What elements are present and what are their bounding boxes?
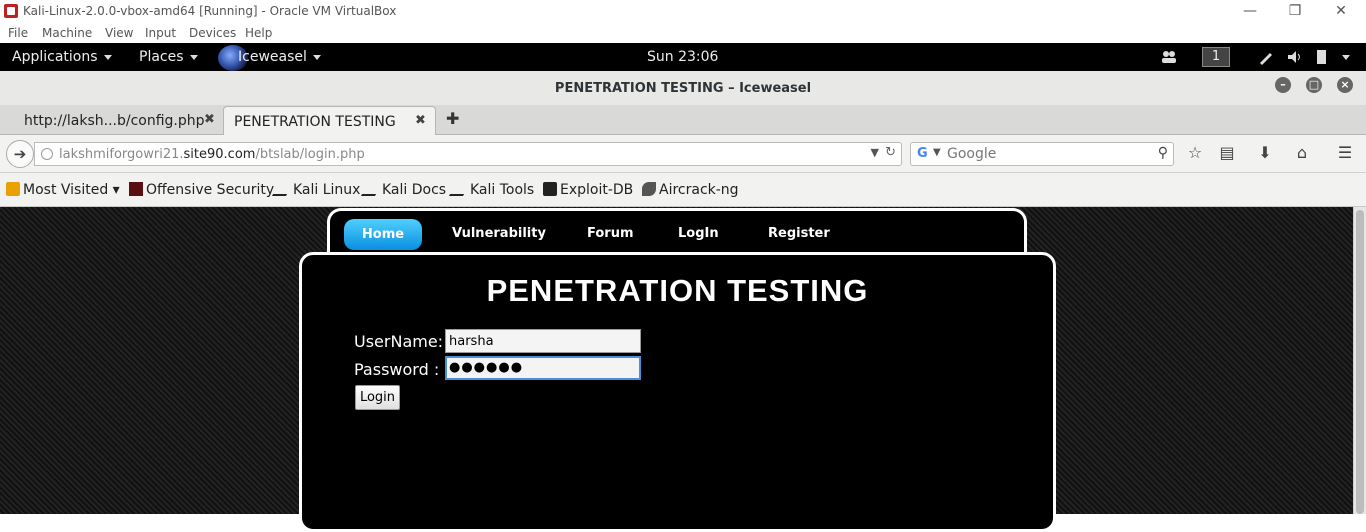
navigation-toolbar: ➔ lakshmiforgowri21.site90.com/btslab/lo… (0, 135, 1366, 173)
close-icon[interactable]: × (1337, 77, 1353, 93)
bookmark-label: Kali Docs (382, 182, 447, 198)
minimize-icon[interactable]: — (1238, 1, 1262, 21)
chevron-down-icon (189, 54, 198, 60)
bookmark-kali-linux[interactable]: Kali Linux (271, 182, 361, 198)
url-host: lakshmiforgowri21. (59, 147, 184, 162)
menu-devices[interactable]: Devices (189, 26, 236, 40)
restore-icon[interactable]: ❐ (1283, 1, 1307, 21)
kali-dragon-icon (448, 182, 472, 196)
new-tab-icon[interactable]: ✚ (446, 109, 459, 128)
url-text: lakshmiforgowri21.site90.com/btslab/logi… (59, 147, 365, 162)
vbox-window-title: Kali-Linux-2.0.0-vbox-amd64 [Running] - … (23, 4, 397, 18)
bookmark-aircrack-ng[interactable]: Aircrack-ng (642, 182, 739, 198)
tab-config[interactable]: http://laksh...b/config.php ✖ (14, 106, 224, 136)
menu-file[interactable]: File (8, 26, 28, 40)
places-label: Places (139, 49, 184, 65)
tab-label: http://laksh...b/config.php (24, 113, 205, 129)
menu-input[interactable]: Input (145, 26, 176, 40)
nav-home-button[interactable]: Home (344, 219, 422, 250)
bookmark-star-icon[interactable]: ☆ (1185, 143, 1205, 163)
bookmark-label: Most Visited (23, 182, 109, 198)
vbox-title-bar: Kali-Linux-2.0.0-vbox-amd64 [Running] - … (0, 0, 1366, 23)
url-domain: site90.com (183, 147, 256, 162)
search-bar[interactable]: G ▼ Google ⚲ (910, 142, 1174, 166)
app-menu-label: Iceweasel (238, 49, 307, 65)
clock[interactable]: Sun 23:06 (647, 49, 718, 65)
folder-icon (6, 182, 20, 196)
chevron-down-icon (312, 54, 321, 60)
menu-machine[interactable]: Machine (42, 26, 92, 40)
login-panel: PENETRATION TESTING UserName: Password :… (299, 252, 1056, 532)
close-icon[interactable]: ✕ (1329, 1, 1353, 21)
bookmark-offensive-security[interactable]: Offensive Security (129, 182, 274, 198)
applications-menu[interactable]: Applications (12, 49, 112, 65)
nav-register-link[interactable]: Register (768, 226, 830, 241)
exploit-db-icon (543, 182, 557, 196)
bookmarks-toolbar: Most Visited ▾ Offensive Security Kali L… (0, 173, 1366, 207)
close-tab-icon[interactable]: ✖ (415, 113, 426, 128)
search-placeholder: Google (947, 146, 997, 162)
google-icon: G (917, 146, 928, 161)
places-menu[interactable]: Places (139, 49, 198, 65)
browser-title-bar: PENETRATION TESTING – Iceweasel – □ × (0, 71, 1366, 105)
offensive-security-icon (129, 182, 143, 196)
battery-icon[interactable] (1313, 48, 1331, 66)
globe-icon (41, 148, 53, 160)
menu-view[interactable]: View (105, 26, 133, 40)
gnome-top-panel: Applications Places Iceweasel Sun 23:06 … (0, 43, 1366, 71)
chevron-down-icon (103, 54, 112, 60)
kali-dragon-icon (360, 182, 384, 196)
page-title: PENETRATION TESTING (486, 273, 869, 308)
nav-forum-link[interactable]: Forum (587, 226, 634, 241)
tab-label: PENETRATION TESTING (234, 114, 396, 130)
app-menu[interactable]: Iceweasel (238, 49, 321, 65)
nav-vulnerability-link[interactable]: Vulnerability (452, 226, 546, 241)
nav-login-link[interactable]: LogIn (678, 226, 719, 241)
url-bar[interactable]: lakshmiforgowri21.site90.com/btslab/logi… (34, 142, 902, 166)
kali-dragon-icon (271, 182, 295, 196)
bookmark-label: Offensive Security (146, 182, 275, 198)
minimize-icon[interactable]: – (1275, 77, 1291, 93)
aircrack-icon (642, 182, 656, 196)
tab-penetration-testing[interactable]: PENETRATION TESTING ✖ (223, 106, 436, 136)
download-icon[interactable]: ⬇ (1255, 143, 1275, 163)
chevron-down-icon[interactable] (1342, 55, 1350, 60)
bookmark-kali-docs[interactable]: Kali Docs (360, 182, 447, 198)
volume-icon[interactable] (1286, 48, 1304, 66)
search-engine-dropdown-icon[interactable]: ▼ (933, 147, 941, 158)
browser-window-title: PENETRATION TESTING – Iceweasel (554, 81, 812, 96)
url-path: /btslab/login.php (255, 147, 365, 162)
bookmark-kali-tools[interactable]: Kali Tools (448, 182, 535, 198)
maximize-icon[interactable]: □ (1306, 77, 1322, 93)
username-label: UserName: (354, 332, 444, 351)
search-icon[interactable]: ⚲ (1158, 145, 1168, 161)
people-icon[interactable] (1160, 48, 1178, 66)
back-arrow-icon[interactable]: ➔ (6, 140, 34, 168)
reading-list-icon[interactable]: ▤ (1217, 143, 1237, 163)
pen-icon[interactable] (1257, 48, 1275, 66)
workspace-indicator[interactable]: 1 (1202, 47, 1230, 67)
vbox-menu-bar: File Machine View Input Devices Help (0, 23, 1366, 43)
home-icon[interactable]: ⌂ (1292, 143, 1312, 163)
tab-bar: http://laksh...b/config.php ✖ PENETRATIO… (0, 105, 1366, 136)
hamburger-menu-icon[interactable]: ☰ (1335, 143, 1355, 163)
close-tab-icon[interactable]: ✖ (204, 112, 215, 127)
bookmark-exploit-db[interactable]: Exploit-DB (543, 182, 633, 198)
bookmark-label: Kali Linux (293, 182, 361, 198)
bookmark-label: Aircrack-ng (659, 182, 739, 198)
login-button[interactable]: Login (355, 385, 400, 410)
virtualbox-icon (4, 4, 18, 18)
password-label: Password : (354, 360, 440, 379)
username-input[interactable] (445, 329, 641, 353)
reload-icon[interactable]: ↻ (885, 145, 896, 160)
bookmark-label: Exploit-DB (560, 182, 634, 198)
password-input[interactable]: ●●●●●● (445, 356, 641, 380)
applications-label: Applications (12, 49, 98, 65)
bookmark-label: Kali Tools (470, 182, 535, 198)
scrollbar-thumb[interactable] (1356, 210, 1364, 514)
menu-help[interactable]: Help (245, 26, 272, 40)
site-navigation: Home Vulnerability Forum LogIn Register (327, 208, 1027, 254)
bookmark-most-visited[interactable]: Most Visited ▾ (6, 182, 120, 198)
history-dropdown-icon[interactable]: ▼ (871, 146, 879, 159)
